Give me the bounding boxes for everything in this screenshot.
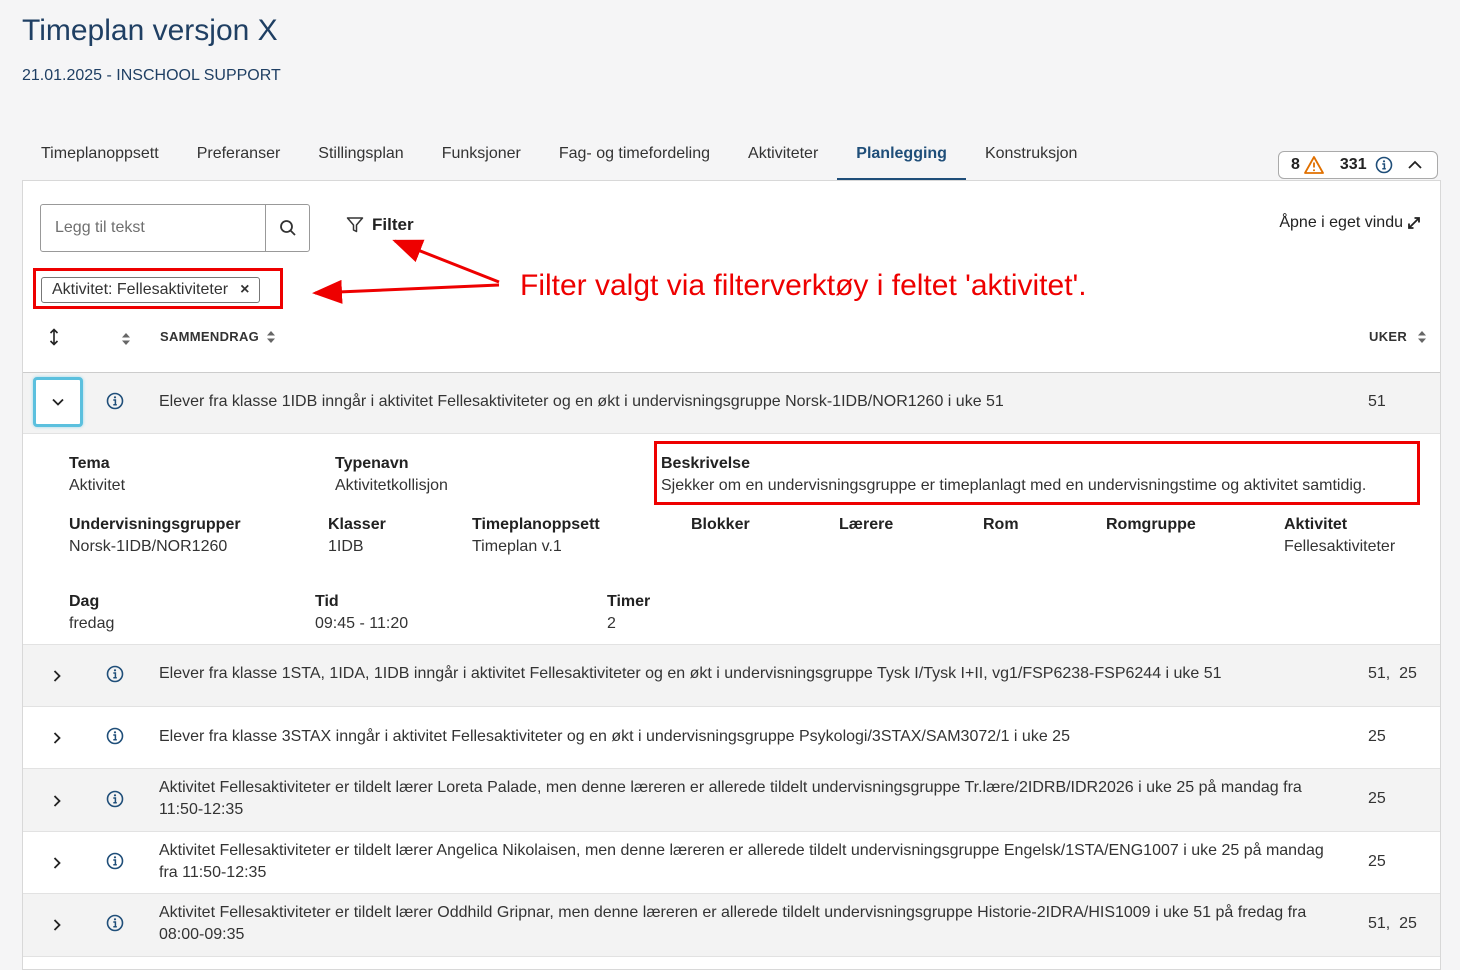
expand-icon [1408, 217, 1420, 229]
chevron-down-icon [52, 398, 64, 406]
tab-funksjoner[interactable]: Funksjoner [423, 130, 540, 180]
detail-timer: Timer 2 [607, 593, 651, 632]
chevron-right-icon [53, 919, 61, 931]
expand-row-button[interactable] [45, 913, 69, 937]
row-weeks: 51, 25 [1368, 915, 1417, 932]
sort-icon [267, 330, 276, 343]
status-summary-button[interactable]: 8 331 [1278, 151, 1438, 179]
chevron-right-icon [53, 670, 61, 682]
chevron-right-icon [53, 795, 61, 807]
table-row[interactable]: Elever fra klasse 1IDB inngår i aktivite… [23, 373, 1440, 434]
info-icon[interactable] [106, 852, 124, 870]
info-icon[interactable] [106, 914, 124, 932]
expand-row-button[interactable] [45, 726, 69, 750]
tab-aktiviteter[interactable]: Aktiviteter [729, 130, 837, 180]
detail-undervisningsgrupper: Undervisningsgrupper Norsk-1IDB/NOR1260 [69, 516, 241, 555]
tab-fag-og-timefordeling[interactable]: Fag- og timefordeling [540, 130, 729, 180]
annotation-highlight-filter: Aktivitet: Fellesaktiviteter × [33, 268, 283, 309]
detail-dag: Dag fredag [69, 593, 115, 632]
expand-row-button[interactable] [45, 851, 69, 875]
detail-klasser: Klasser 1IDB [328, 516, 386, 555]
filter-button[interactable]: Filter [346, 215, 414, 235]
sort-icon[interactable] [121, 332, 131, 346]
row-summary: Aktivitet Fellesaktiviteter er tildelt l… [159, 842, 1324, 881]
row-summary: Aktivitet Fellesaktiviteter er tildelt l… [159, 904, 1307, 943]
detail-timeplanoppsett: Timeplanoppsett Timeplan v.1 [472, 516, 600, 555]
detail-laerere: Lærere [839, 516, 894, 533]
detail-tema: Tema Aktivitet [69, 455, 126, 494]
annotation-text: Filter valgt via filterverktøy i feltet … [520, 269, 1087, 302]
row-summary: Elever fra klasse 1STA, 1IDA, 1IDB inngå… [159, 665, 1222, 682]
remove-filter-button[interactable]: × [240, 278, 249, 302]
filter-label: Filter [372, 215, 414, 234]
expand-row-button[interactable] [45, 789, 69, 813]
row-weeks: 25 [1368, 790, 1386, 807]
collapse-row-button[interactable] [33, 377, 83, 427]
row-summary: Elever fra klasse 3STAX inngår i aktivit… [159, 728, 1070, 745]
active-filter-chip: Aktivitet: Fellesaktiviteter × [41, 277, 261, 303]
warning-count: 8 [1291, 156, 1300, 173]
info-icon[interactable] [106, 727, 124, 745]
planning-panel: Filter Åpne i eget vindu Aktivitet: Fell… [22, 180, 1441, 970]
row-weeks: 25 [1368, 853, 1386, 870]
detail-aktivitet: Aktivitet Fellesaktiviteter [1284, 516, 1396, 555]
search-input[interactable] [41, 205, 265, 251]
detail-typenavn: Typenavn Aktivitetkollisjon [335, 455, 448, 494]
column-summary-label: SAMMENDRAG [160, 329, 260, 344]
row-details: Tema Aktivitet Typenavn Aktivitetkollisjon… [23, 434, 1440, 645]
tab-konstruksjon[interactable]: Konstruksjon [966, 130, 1097, 180]
table-header: SAMMENDRAG UKER [23, 316, 1440, 373]
tab-planlegging[interactable]: Planlegging [837, 130, 966, 180]
open-in-window-link[interactable]: Åpne i eget vindu [1279, 214, 1422, 232]
expand-row-button[interactable] [45, 664, 69, 688]
tab-stillingsplan[interactable]: Stillingsplan [299, 130, 422, 180]
table-row[interactable]: Aktivitet Fellesaktiviteter er tildelt l… [23, 769, 1440, 832]
page-subtitle: 21.01.2025 - INSCHOOL SUPPORT [22, 67, 281, 84]
row-weeks: 51 [1368, 393, 1386, 410]
info-icon[interactable] [106, 790, 124, 808]
tab-preferanser[interactable]: Preferanser [178, 130, 300, 180]
search-button[interactable] [265, 205, 309, 251]
row-summary: Aktivitet Fellesaktiviteter er tildelt l… [159, 779, 1302, 818]
detail-romgruppe: Romgruppe [1106, 516, 1196, 533]
tab-timeplanoppsett[interactable]: Timeplanoppsett [22, 130, 178, 180]
detail-beskrivelse: Beskrivelse Sjekker om en undervisningsgr… [661, 455, 1367, 494]
table-row[interactable]: Elever fra klasse 3STAX inngår i aktivit… [23, 707, 1440, 769]
detail-blokker: Blokker [691, 516, 750, 533]
tab-bar: Timeplanoppsett Preferanser Stillingspla… [22, 130, 1096, 180]
detail-tid: Tid 09:45 - 11:20 [315, 593, 409, 632]
page-title: Timeplan versjon X [22, 14, 278, 47]
row-summary: Elever fra klasse 1IDB inngår i aktivite… [159, 393, 1004, 410]
info-icon[interactable] [106, 665, 124, 683]
warning-icon [1304, 156, 1324, 174]
column-header-weeks[interactable]: UKER [1369, 329, 1427, 344]
chevron-right-icon [53, 732, 61, 744]
row-weeks: 25 [1368, 728, 1386, 745]
search-box [40, 204, 310, 252]
row-weeks: 51, 25 [1368, 665, 1417, 682]
sort-icon [1418, 330, 1427, 343]
detail-rom: Rom [983, 516, 1019, 533]
info-count: 331 [1339, 156, 1367, 173]
reorder-icon[interactable] [48, 328, 60, 346]
column-weeks-label: UKER [1369, 329, 1408, 344]
table-row[interactable]: Aktivitet Fellesaktiviteter er tildelt l… [23, 832, 1440, 894]
info-icon[interactable] [106, 392, 124, 410]
info-icon [1375, 156, 1392, 174]
search-icon [279, 220, 296, 236]
active-filter-label: Aktivitet: Fellesaktiviteter [52, 281, 229, 298]
table-row[interactable]: Elever fra klasse 1STA, 1IDA, 1IDB inngå… [23, 645, 1440, 707]
chevron-up-icon [1407, 160, 1422, 169]
filter-icon [346, 217, 364, 233]
chevron-right-icon [53, 857, 61, 869]
table-row[interactable]: Aktivitet Fellesaktiviteter er tildelt l… [23, 894, 1440, 957]
open-window-label: Åpne i eget vindu [1279, 214, 1403, 231]
column-header-summary[interactable]: SAMMENDRAG [160, 329, 276, 344]
